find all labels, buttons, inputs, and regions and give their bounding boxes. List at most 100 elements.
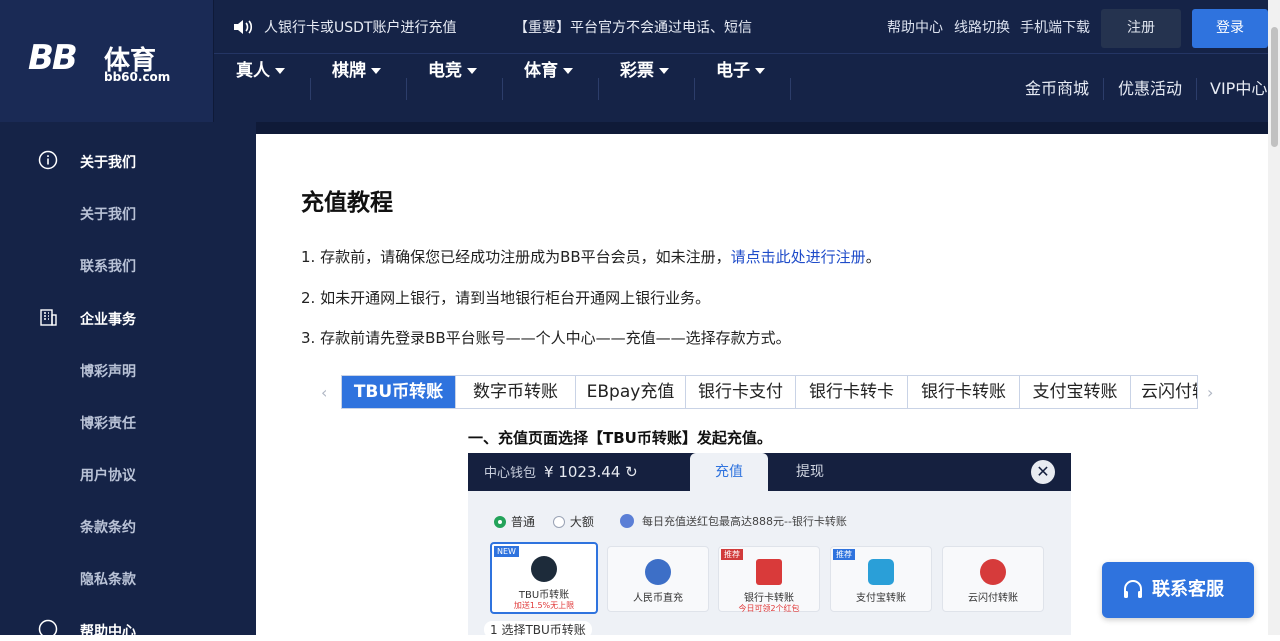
headset-icon [1124, 580, 1142, 598]
step-paragraph-2: 2. 如未开通网上银行，请到当地银行柜台开通网上银行业务。 [301, 289, 711, 307]
new-badge: NEW [494, 546, 519, 557]
nav-divider [310, 78, 311, 100]
paragraph-text: 1. 存款前，请确保您已经成功注册成为BB平台会员，如未注册， [301, 248, 731, 266]
nav-live[interactable]: 真人 [236, 56, 285, 122]
nav-divider [598, 78, 599, 100]
card-label: 人民币直充 [633, 593, 683, 604]
card-sub: 今日可领2个红包 [738, 604, 800, 613]
nav-sports[interactable]: 体育 [524, 56, 573, 122]
screenshot-tab-withdraw: 提现 [796, 464, 824, 480]
card-label: 支付宝转账 [856, 593, 906, 604]
nav-label: 体育 [524, 61, 558, 81]
sidebar-head-help[interactable]: 帮助中心 [80, 621, 136, 641]
caret-down-icon [371, 68, 381, 74]
customer-service-label: 联系客服 [1152, 579, 1224, 600]
mobile-download-link[interactable]: 手机端下载 [1020, 0, 1090, 56]
promo-icon [620, 514, 634, 528]
tab-bank-transfer[interactable]: 银行卡转账 [908, 376, 1020, 408]
nav-divider [790, 78, 791, 100]
tabs-next-arrow[interactable]: › [1207, 383, 1213, 402]
register-button[interactable]: 注册 [1101, 9, 1181, 48]
method-card-rmb: 人民币直充 [607, 546, 709, 612]
customer-service-button[interactable]: 联系客服 [1102, 562, 1254, 618]
recommend-badge: 推荐 [721, 549, 743, 560]
tab-bank-card-transfer[interactable]: 银行卡转卡 [796, 376, 908, 408]
rmb-icon [645, 559, 671, 585]
tutorial-screenshot: 中心钱包 ¥ 1023.44 ↻ 充值 提现 ✕ 普通 大额 每日充值送红包最高达… [468, 453, 1071, 635]
radio-unchecked-icon [552, 516, 565, 528]
nav-label: 棋牌 [332, 61, 366, 81]
unionpay-icon [980, 559, 1006, 585]
caret-down-icon [563, 68, 573, 74]
nav-divider [1196, 78, 1197, 100]
sidebar-item-about-us[interactable]: 关于我们 [80, 204, 136, 224]
sidebar-item-contact[interactable]: 联系我们 [80, 256, 136, 276]
tab-crypto[interactable]: 数字币转账 [456, 376, 576, 408]
bank-card-icon [756, 559, 782, 585]
info-icon [38, 150, 58, 170]
logo[interactable]: BB 体育 bb60.com [0, 0, 214, 122]
step-paragraph-1: 1. 存款前，请确保您已经成功注册成为BB平台会员，如未注册，请点击此处进行注册… [301, 246, 881, 267]
nav-divider [1103, 78, 1104, 100]
tab-alipay[interactable]: 支付宝转账 [1020, 376, 1131, 408]
sidebar-item-gambling-responsibility[interactable]: 博彩责任 [80, 413, 136, 433]
help-icon [38, 619, 58, 639]
close-icon: ✕ [1031, 460, 1055, 484]
caret-down-icon [755, 68, 765, 74]
card-label: 银行卡转账 [744, 593, 794, 604]
alipay-icon [868, 559, 894, 585]
sidebar-item-user-agreement[interactable]: 用户协议 [80, 465, 136, 485]
method-card-unionpay: 云闪付转账 [942, 546, 1044, 612]
page-title: 充值教程 [301, 190, 393, 216]
tab-ebpay[interactable]: EBpay充值 [576, 376, 686, 408]
speaker-icon [234, 20, 253, 34]
register-link[interactable]: 请点击此处进行注册 [731, 248, 866, 266]
nav-chess[interactable]: 棋牌 [332, 56, 381, 122]
nav-lottery[interactable]: 彩票 [620, 56, 669, 122]
wallet-info: 中心钱包 ¥ 1023.44 ↻ [484, 453, 638, 493]
sidebar-item-gambling-statement[interactable]: 博彩声明 [80, 361, 136, 381]
login-button[interactable]: 登录 [1192, 9, 1268, 48]
logo-domain: bb60.com [104, 70, 171, 84]
notice-text-2: 【重要】平台官方不会通过电话、短信 [514, 20, 752, 36]
nav-divider [502, 78, 503, 100]
nav-esports[interactable]: 电竞 [428, 56, 477, 122]
wallet-amount: ¥ 1023.44 ↻ [544, 463, 638, 481]
tab-unionpay[interactable]: 云闪付转账 [1131, 376, 1197, 408]
sidebar-head-about[interactable]: 关于我们 [80, 152, 136, 172]
step-paragraph-3: 3. 存款前请先登录BB平台账号——个人中心——充值——选择存款方式。 [301, 329, 791, 347]
method-card-bank: 推荐 银行卡转账 今日可领2个红包 [718, 546, 820, 613]
nav-vip[interactable]: VIP中心 [1210, 56, 1267, 122]
nav-gold-mall[interactable]: 金币商城 [1025, 56, 1089, 122]
screenshot-header: 中心钱包 ¥ 1023.44 ↻ 充值 提现 ✕ [468, 453, 1071, 491]
nav-label: 电子 [716, 61, 750, 81]
caret-down-icon [275, 68, 285, 74]
promo-text: 每日充值送红包最高达888元--银行卡转账 [642, 515, 847, 528]
sidebar-item-terms[interactable]: 条款条约 [80, 517, 136, 537]
nav-slots[interactable]: 电子 [716, 56, 765, 122]
step-1-title: 一、充值页面选择【TBU币转账】发起充值。 [468, 429, 772, 447]
nav-divider [406, 78, 407, 100]
radio-large-label: 大额 [569, 515, 594, 529]
caret-down-icon [659, 68, 669, 74]
promo-line: 每日充值送红包最高达888元--银行卡转账 [620, 513, 847, 529]
tbu-coin-icon [531, 556, 557, 582]
nav-divider [694, 78, 695, 100]
method-card-tbu: NEW TBU币转账 加送1.5%无上限 [490, 542, 598, 614]
tabs-prev-arrow[interactable]: ‹ [321, 383, 327, 402]
card-label: 云闪付转账 [968, 593, 1018, 604]
line-switch-link[interactable]: 线路切换 [954, 0, 1010, 56]
sidebar-item-privacy[interactable]: 隐私条款 [80, 569, 136, 589]
sidebar-head-corp[interactable]: 企业事务 [80, 309, 136, 329]
radio-normal-label: 普通 [511, 515, 536, 529]
recommend-badge: 推荐 [833, 549, 855, 560]
scrollbar-thumb[interactable] [1271, 27, 1278, 147]
card-sub: 加送1.5%无上限 [513, 601, 575, 610]
sidebar: 关于我们 关于我们 联系我们 企业事务 博彩声明 博彩责任 用户协议 条款条约 … [0, 122, 256, 640]
notice-text-1: 人银行卡或USDT账户进行充值 [264, 20, 457, 36]
nav-promotions[interactable]: 优惠活动 [1118, 56, 1182, 122]
help-center-link[interactable]: 帮助中心 [887, 0, 943, 56]
tab-bank-pay[interactable]: 银行卡支付 [686, 376, 796, 408]
tab-tbu[interactable]: TBU币转账 [342, 376, 456, 408]
paragraph-end: 。 [865, 248, 881, 266]
